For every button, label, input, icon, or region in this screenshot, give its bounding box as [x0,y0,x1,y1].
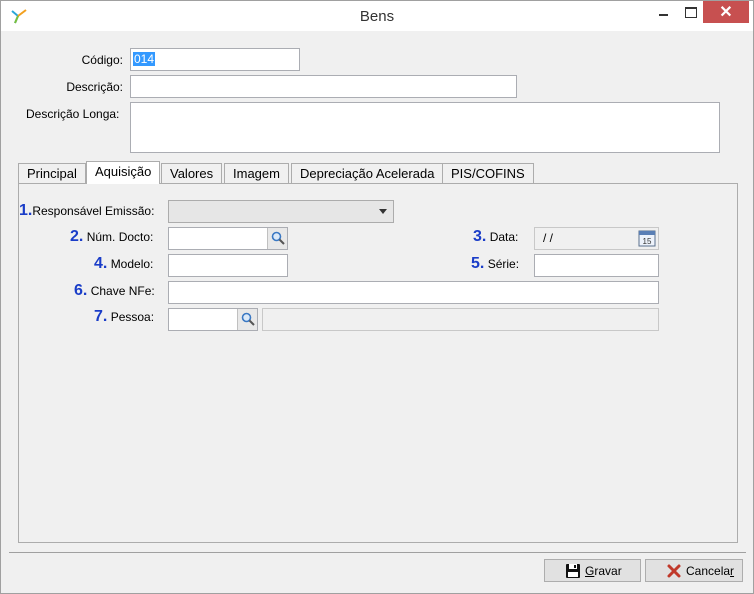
tab-principal[interactable]: Principal [18,163,86,183]
field-number-6: 6. [74,282,88,299]
tab-depreciacao-acelerada[interactable]: Depreciação Acelerada [291,163,444,183]
search-icon [241,312,255,326]
descricao-longa-textarea[interactable] [130,102,720,153]
modelo-label: 4. Modelo: [94,255,154,272]
num-docto-search-button[interactable] [267,228,287,249]
chevron-down-icon [379,209,387,214]
data-value: / / [543,231,554,245]
gravar-label: Gravar [585,564,622,578]
tab-imagem[interactable]: Imagem [224,163,289,183]
data-input[interactable]: / / 15 [534,227,659,250]
field-number-1: 1. [19,202,33,219]
close-icon: ✕ [719,4,733,21]
num-docto-label: 2. Núm. Docto: [70,228,154,245]
field-number-7: 7. [94,308,108,325]
serie-label: 5. Série: [471,255,520,272]
search-icon [271,231,285,245]
field-number-4: 4. [94,255,108,272]
codigo-input[interactable]: 014 [130,48,300,71]
field-number-5: 5. [471,255,485,272]
save-icon [566,564,580,578]
chave-nfe-input[interactable] [168,281,659,304]
data-label: 3. Data: [473,228,519,245]
cancelar-button[interactable]: Cancelar [645,559,743,582]
window-title: Bens [359,8,395,25]
gravar-button[interactable]: Gravar [544,559,641,582]
descricao-longa-label: Descrição Longa: [26,107,120,121]
pessoa-label: 7. Pessoa: [94,308,155,325]
calendar-icon[interactable]: 15 [638,230,656,247]
responsavel-emissao-label: 1.Responsável Emissão: [19,202,155,219]
window: Bens ✕ Código: 014 Descrição: Descrição … [0,0,754,594]
pessoa-search-button[interactable] [237,309,257,330]
serie-input[interactable] [534,254,659,277]
tab-pis-cofins[interactable]: PIS/COFINS [442,163,534,183]
maximize-button[interactable] [677,1,703,23]
modelo-input[interactable] [168,254,288,277]
svg-text:15: 15 [643,237,652,246]
pessoa-name-display [262,308,659,331]
chave-nfe-label: 6. Chave NFe: [74,282,155,299]
cancel-x-icon [667,564,681,578]
title-bar: Bens ✕ [1,1,753,31]
descricao-label: Descrição: [66,80,123,94]
aquisicao-panel: 1.Responsável Emissão: 2. Núm. Docto: 3.… [18,183,738,543]
footer-divider [9,552,746,553]
cancelar-label: Cancelar [686,564,735,578]
pessoa-code-input[interactable] [168,308,258,331]
codigo-value: 014 [133,52,156,66]
tab-aquisicao[interactable]: Aquisição [86,161,161,184]
responsavel-emissao-select[interactable] [168,200,394,223]
descricao-input[interactable] [130,75,517,98]
codigo-label: Código: [81,53,123,67]
close-button[interactable]: ✕ [703,1,749,23]
tab-valores[interactable]: Valores [161,163,223,183]
minimize-button[interactable] [651,1,677,23]
field-number-3: 3. [473,228,487,245]
num-docto-input[interactable] [168,227,288,250]
field-number-2: 2. [70,228,84,245]
form-area: Código: 014 Descrição: Descrição Longa: … [9,32,746,552]
